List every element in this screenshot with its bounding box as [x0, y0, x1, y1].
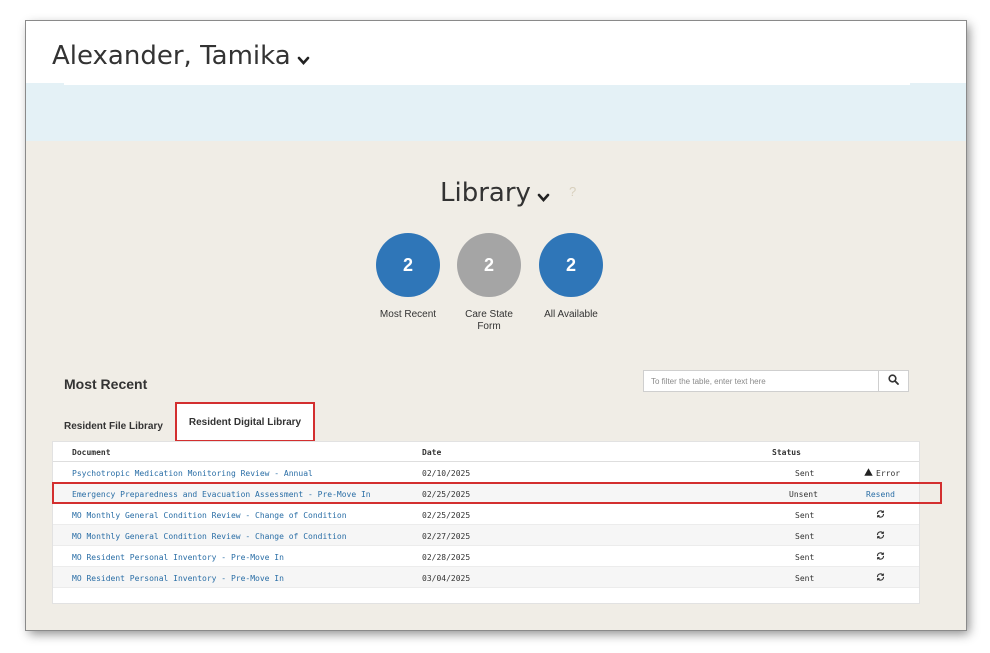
table-row: MO Resident Personal Inventory - Pre-Mov… [53, 546, 919, 567]
date-cell: 02/28/2025 [422, 553, 471, 562]
refresh-icon[interactable] [876, 509, 885, 521]
counter-value: 2 [402, 254, 413, 275]
tab-resident-file-library[interactable]: Resident File Library [64, 410, 163, 443]
patient-selector[interactable]: Alexander, Tamika [52, 39, 310, 73]
status-cell: Sent [795, 532, 815, 541]
status-cell: Sent [795, 511, 815, 520]
status-cell: Sent [795, 469, 815, 478]
refresh-icon[interactable] [876, 530, 885, 542]
column-header-document[interactable]: Document [72, 448, 111, 457]
table-row: MO Resident Personal Inventory - Pre-Mov… [53, 567, 919, 588]
date-cell: 02/27/2025 [422, 532, 471, 541]
header: Alexander, Tamika [26, 21, 966, 83]
error-indicator[interactable]: Error [864, 468, 900, 478]
refresh-icon[interactable] [876, 551, 885, 563]
counter-care-state-form[interactable]: 2 [457, 233, 521, 297]
counter-most-recent[interactable]: 2 [376, 233, 440, 297]
error-label: Error [876, 468, 901, 478]
counter-value: 2 [483, 254, 494, 275]
table-row: MO Monthly General Condition Review - Ch… [53, 525, 919, 546]
date-cell: 02/25/2025 [422, 511, 471, 520]
refresh-icon[interactable] [876, 572, 885, 584]
document-link[interactable]: MO Monthly General Condition Review - Ch… [72, 511, 347, 520]
library-dropdown[interactable]: Library [440, 176, 550, 210]
chevron-down-icon [297, 43, 310, 73]
status-cell: Sent [795, 574, 815, 583]
counter-label: Care State Form [465, 309, 513, 332]
status-cell: Sent [795, 553, 815, 562]
counter-all-available[interactable]: 2 [539, 233, 603, 297]
column-header-date[interactable]: Date [422, 448, 441, 457]
chevron-down-icon [537, 180, 550, 210]
document-link[interactable]: MO Resident Personal Inventory - Pre-Mov… [72, 574, 284, 583]
warning-icon [864, 468, 873, 478]
counter-label: All Available [544, 309, 598, 320]
app-window: Alexander, Tamika Library ? 2 2 2 Most R… [26, 21, 966, 630]
date-cell: 02/10/2025 [422, 469, 471, 478]
search-button[interactable] [879, 370, 909, 392]
section-title: Most Recent [64, 376, 148, 392]
search-icon [888, 372, 899, 390]
info-banner [26, 83, 966, 141]
status-cell: Unsent [789, 490, 818, 499]
document-link[interactable]: Psychotropic Medication Monitoring Revie… [72, 469, 313, 478]
table-row: MO Monthly General Condition Review - Ch… [53, 504, 919, 525]
document-link[interactable]: MO Monthly General Condition Review - Ch… [72, 532, 347, 541]
documents-table: Document Date Status Psychotropic Medica… [52, 441, 920, 604]
resend-link[interactable]: Resend [866, 490, 895, 499]
date-cell: 02/25/2025 [422, 490, 471, 499]
counter-label: Most Recent [379, 309, 437, 320]
table-row: Psychotropic Medication Monitoring Revie… [53, 462, 919, 483]
table-row: Emergency Preparedness and Evacuation As… [53, 483, 919, 504]
counter-value: 2 [565, 254, 576, 275]
document-link[interactable]: Emergency Preparedness and Evacuation As… [72, 490, 371, 499]
column-header-status[interactable]: Status [772, 448, 801, 457]
patient-name: Alexander, Tamika [52, 41, 291, 71]
table-header: Document Date Status [53, 442, 919, 462]
date-cell: 03/04/2025 [422, 574, 471, 583]
document-link[interactable]: MO Resident Personal Inventory - Pre-Mov… [72, 553, 284, 562]
tab-resident-digital-library[interactable]: Resident Digital Library [175, 402, 315, 442]
help-icon[interactable]: ? [569, 184, 576, 199]
library-title: Library [440, 178, 531, 208]
filter-input[interactable] [643, 370, 879, 392]
